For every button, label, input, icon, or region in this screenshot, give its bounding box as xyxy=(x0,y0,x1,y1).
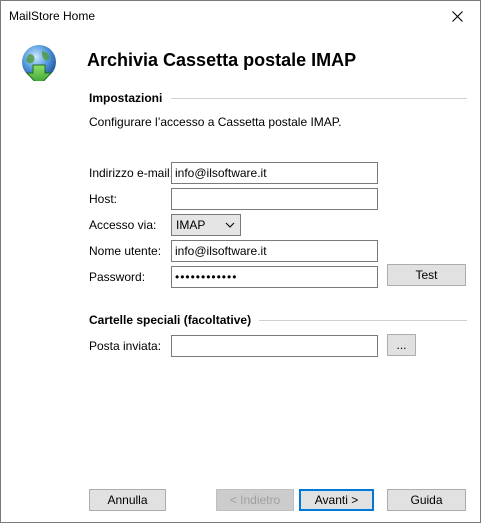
password-field[interactable] xyxy=(171,266,378,288)
wizard-content: Impostazioni Configurare l’accesso a Cas… xyxy=(1,81,480,522)
host-field[interactable] xyxy=(171,188,378,210)
chevron-down-icon xyxy=(225,222,235,228)
email-label: Indirizzo e-mail: xyxy=(89,166,174,180)
browse-button[interactable]: ... xyxy=(387,334,416,356)
special-folders-divider xyxy=(259,320,467,321)
wizard-footer: Annulla < Indietro Avanti > Guida xyxy=(1,481,480,522)
close-icon xyxy=(451,10,463,22)
password-label: Password: xyxy=(89,270,146,284)
dialog-window: MailStore Home Archivia Cassetta postale… xyxy=(0,0,481,523)
wizard-header: Archivia Cassetta postale IMAP xyxy=(1,31,480,87)
email-field[interactable] xyxy=(171,162,378,184)
help-button[interactable]: Guida xyxy=(387,489,466,511)
access-label: Accesso via: xyxy=(89,218,157,232)
back-button[interactable]: < Indietro xyxy=(216,489,294,511)
title-bar: MailStore Home xyxy=(1,1,480,31)
settings-description: Configurare l’accesso a Cassetta postale… xyxy=(89,115,342,129)
settings-divider xyxy=(171,98,467,99)
sent-folder-label: Posta inviata: xyxy=(89,339,162,353)
access-select-value: IMAP xyxy=(176,218,206,232)
page-title: Archivia Cassetta postale IMAP xyxy=(87,50,357,70)
settings-section-title: Impostazioni xyxy=(89,91,163,105)
close-button[interactable] xyxy=(434,1,480,31)
username-label: Nome utente: xyxy=(89,244,162,258)
window-title: MailStore Home xyxy=(9,9,96,23)
host-label: Host: xyxy=(89,192,118,206)
special-folders-section-title: Cartelle speciali (facoltative) xyxy=(89,313,252,327)
sent-folder-field[interactable] xyxy=(171,335,378,357)
username-field[interactable] xyxy=(171,240,378,262)
next-button[interactable]: Avanti > xyxy=(299,489,374,511)
access-select[interactable]: IMAP xyxy=(171,214,241,236)
cancel-button[interactable]: Annulla xyxy=(89,489,166,511)
test-button[interactable]: Test xyxy=(387,264,466,286)
